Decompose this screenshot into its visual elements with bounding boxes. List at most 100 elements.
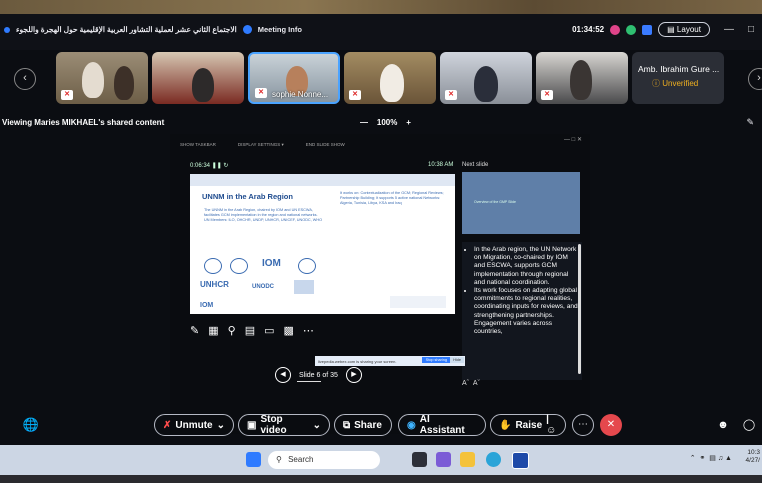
teams-icon[interactable] [436, 452, 451, 467]
prev-participants-icon[interactable]: ‹ [14, 68, 36, 90]
muted-mic-icon: ✕ [349, 90, 361, 100]
zoom-slide-icon[interactable]: ⚲ [228, 324, 236, 337]
chat-bubble-icon[interactable]: ◯ [738, 414, 760, 436]
shared-content-label: Viewing Maries MIKHAEL's shared content [2, 118, 165, 127]
restore-icon[interactable]: □ [748, 24, 754, 35]
unverified-label: Unverified [662, 79, 699, 88]
zoom-out-icon[interactable]: — [360, 118, 368, 127]
unmute-button[interactable]: ✗ Unmute ⌄ [154, 414, 234, 436]
share-bar: Viewing Maries MIKHAEL's shared content … [0, 116, 762, 130]
next-slide-thumbnail[interactable]: Overview of the GMP Slide [462, 172, 580, 234]
task-view-icon[interactable] [412, 452, 427, 467]
webex-taskbar-icon[interactable] [512, 452, 529, 469]
slide-title: UNNM in the Arab Region [202, 192, 293, 201]
unmute-label: Unmute [175, 419, 213, 431]
elapsed-timer: 0:06:34 ❚❚ ↻ [190, 163, 229, 169]
more-options-icon[interactable]: ⋯ [572, 414, 594, 436]
participant-video [82, 62, 104, 98]
participant-tile[interactable] [152, 52, 244, 104]
unverified-badge: ⓘ Unverified [652, 79, 699, 88]
search-icon: ⚲ [276, 455, 282, 464]
stop-video-button[interactable]: ▣ Stop video ⌄ [238, 414, 330, 436]
who-logo-icon [294, 280, 314, 294]
zoom-in-icon[interactable]: + [406, 118, 411, 127]
muted-mic-icon: ✕ [445, 90, 457, 100]
meeting-title: الاجتماع الثاني عشر لعملية التشاور العرب… [16, 25, 237, 34]
raise-hand-button[interactable]: ✋ Raise | ☺ [490, 414, 566, 436]
windows-start-icon[interactable] [246, 452, 261, 467]
participant-tile[interactable]: ✕ [56, 52, 148, 104]
note-item: Its work focuses on adapting global comm… [474, 287, 578, 336]
display-settings-button[interactable]: DISPLAY SETTINGS ▾ [238, 142, 284, 148]
footer-logos-icon [390, 296, 446, 308]
slide-left-body: The UNNM in the Arab Region, chaired by … [204, 208, 323, 222]
participant-tile[interactable]: ✕ [440, 52, 532, 104]
notes-scrollbar[interactable] [578, 244, 581, 374]
more-options-icon[interactable]: ⋯ [303, 324, 314, 337]
clock-time: 10:3 [747, 449, 760, 456]
muted-mic-icon: ✕ [61, 90, 73, 100]
ai-assistant-icon: ◉ [407, 419, 416, 431]
share-button[interactable]: ⧉ Share [334, 414, 392, 436]
taskbar-search[interactable]: ⚲ Search [268, 451, 380, 469]
edge-icon[interactable] [486, 452, 501, 467]
stop-sharing-button[interactable]: Stop sharing [421, 357, 451, 363]
chevron-down-icon[interactable]: ⌄ [313, 420, 321, 431]
participant-tile-amb[interactable]: Amb. Ibrahim Gure ... ⓘ Unverified [632, 52, 724, 104]
pen-icon[interactable]: ✎ [190, 324, 199, 337]
unodc-logo: UNODC [252, 284, 274, 290]
leave-meeting-icon[interactable]: ✕ [600, 414, 622, 436]
shield-icon[interactable] [242, 25, 252, 34]
elapsed-time: 0:06:34 [190, 163, 211, 169]
reactions-icon[interactable]: | ☺ [546, 414, 557, 436]
layout-button[interactable]: ▤ Layout [658, 22, 710, 37]
hide-notice-button[interactable]: Hide [450, 357, 464, 363]
zoom-controls: — 100% + [360, 118, 411, 127]
chevron-down-icon[interactable]: ⌄ [217, 420, 225, 431]
participants-icon[interactable]: ☻ [712, 414, 734, 436]
next-slide-icon[interactable]: ▶ [345, 367, 362, 383]
ai-assistant-button[interactable]: ◉ AI Assistant [398, 414, 486, 436]
shared-screen: SHOW TASKBAR DISPLAY SETTINGS ▾ END SLID… [170, 134, 590, 434]
font-size-controls[interactable]: Aˆ Aˇ [462, 380, 480, 387]
meeting-controls: 🌐 ✗ Unmute ⌄ ▣ Stop video ⌄ ⧉ Share ◉ AI… [0, 414, 762, 442]
file-explorer-icon[interactable] [460, 452, 475, 467]
minimize-icon[interactable]: — [724, 24, 734, 35]
show-taskbar-button[interactable]: SHOW TASKBAR [180, 142, 216, 148]
slide-counter: Slide 6 of 35 [299, 371, 338, 379]
video-icon[interactable]: ▩ [284, 324, 294, 337]
ilo-emblem-icon [298, 258, 316, 274]
share-notice-text: livepedia.webex.com is sharing your scre… [318, 359, 397, 364]
black-screen-icon[interactable]: ▭ [264, 324, 274, 337]
next-participants-icon[interactable]: › [748, 68, 762, 90]
taskbar-clock[interactable]: 10:3 4/27/ [746, 449, 760, 465]
presenter-clock: 10:38 AM [428, 162, 454, 168]
screen-share-notice: livepedia.webex.com is sharing your scre… [315, 356, 465, 366]
iom-footer-logo: IOM [200, 302, 214, 309]
slide-navigation: ◀ Slide 6 of 35 ▶ [275, 367, 362, 383]
see-all-slides-icon[interactable]: ▦ [208, 324, 218, 337]
iom-logo: IOM [262, 258, 281, 269]
presenter-window-controls[interactable]: — □ ✕ [564, 136, 582, 143]
clock-date: 4/27/ [745, 457, 760, 464]
previous-slide-icon[interactable]: ◀ [275, 367, 291, 383]
un-emblem-icon [204, 258, 222, 274]
chat-icon[interactable] [642, 24, 653, 35]
camera-icon: ▣ [247, 419, 257, 431]
participant-tile[interactable]: ✕ [536, 52, 628, 104]
meeting-info-link[interactable]: Meeting Info [258, 25, 302, 34]
end-slideshow-button[interactable]: END SLIDE SHOW [306, 142, 345, 148]
note-item: In the Arab region, the UN Network on Mi… [474, 246, 578, 287]
muted-mic-icon: ✕ [541, 90, 553, 100]
globe-icon[interactable]: 🌐 [20, 414, 42, 436]
participant-tile[interactable]: ✕ [344, 52, 436, 104]
camera-toggle-icon[interactable]: ▤ [245, 324, 255, 337]
connection-icon[interactable] [626, 24, 637, 35]
annotate-icon[interactable]: ✎ [746, 117, 754, 128]
participant-tile-active[interactable]: ✕ sophie Nonne... [248, 52, 340, 104]
system-tray[interactable]: ⌃ ⚭ ▤ ♫ ▲ [690, 454, 732, 462]
slide-right-body: It works on: Contextualization of the GC… [340, 191, 444, 205]
slide-header-band [190, 174, 455, 186]
stop-video-label: Stop video [260, 414, 287, 436]
recording-icon[interactable] [610, 24, 621, 35]
